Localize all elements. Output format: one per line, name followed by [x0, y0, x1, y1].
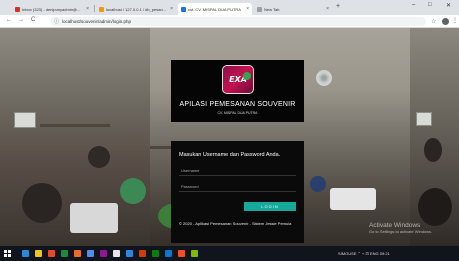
tab-title: cst. CV. MISPAL DUA PUTRA — [188, 6, 241, 12]
username-field-wrapper — [179, 165, 296, 176]
photo-person — [88, 146, 110, 168]
minimize-button[interactable]: – — [412, 2, 415, 8]
browser-menu-icon[interactable]: ⋮ — [452, 17, 458, 24]
profile-avatar[interactable] — [442, 18, 449, 25]
taskbar-app-icon[interactable] — [61, 250, 68, 257]
logo-globe-icon — [243, 72, 251, 80]
company-name: CV. MISPAL DUA PUTRA — [217, 111, 258, 115]
windows-start-icon[interactable] — [4, 250, 11, 257]
tab-phpmyadmin[interactable]: localhost / 127.0.0.1 / db_pesan... × — [96, 3, 176, 15]
maximize-button[interactable]: □ — [428, 2, 432, 8]
close-tab-icon[interactable]: × — [246, 6, 249, 12]
taskbar-app-icon[interactable] — [139, 250, 146, 257]
windows-taskbar: SIMOUSE ⌃ ⌁ ⊡ ENG 09:21 — [0, 246, 459, 261]
login-prompt: Masukan Username dan Password Anda. — [179, 152, 281, 158]
photo-person — [22, 183, 62, 223]
photo-window — [416, 112, 432, 126]
app-logo: EXA — [222, 65, 254, 94]
url-text[interactable]: localhost/souvenir/admin/login.php — [62, 19, 131, 24]
tab-separator — [94, 5, 95, 12]
watermark-title: Activate Windows — [369, 222, 421, 229]
username-input[interactable] — [179, 165, 296, 175]
tab-souvenir-login[interactable]: cst. CV. MISPAL DUA PUTRA × — [178, 3, 252, 15]
taskbar-app-icon[interactable] — [165, 250, 172, 257]
taskbar-app-icon[interactable] — [191, 250, 198, 257]
forward-button[interactable]: → — [18, 17, 24, 23]
taskbar-app-icon[interactable] — [126, 250, 133, 257]
bookmark-star-icon[interactable]: ☆ — [431, 18, 436, 25]
system-tray[interactable]: SIMOUSE ⌃ ⌁ ⊡ ENG 09:21 — [338, 251, 390, 256]
new-tab-favicon-icon — [257, 6, 262, 12]
photo-person — [310, 176, 326, 192]
taskbar-app-icon[interactable] — [100, 250, 107, 257]
reload-button[interactable]: C — [31, 17, 35, 23]
photo-shelf — [40, 124, 110, 127]
photo-wall-fan — [316, 70, 332, 86]
copyright-footer: © 2020 - Aplikasi Pemesanan Souvenir - S… — [179, 221, 292, 226]
browser-tab-bar: Inbox (323) - denipunyadmin@... × localh… — [0, 0, 459, 15]
background-photo-left — [0, 28, 150, 246]
app-title: APILASI PEMESANAN SOUVENIR — [179, 101, 296, 108]
taskbar-app-icon[interactable] — [113, 250, 120, 257]
close-window-button[interactable]: ✕ — [446, 2, 451, 9]
activate-windows-watermark: Activate Windows Go to Settings to activ… — [369, 222, 432, 234]
tab-title: Inbox (323) - denipunyadmin@... — [22, 6, 81, 12]
password-input[interactable] — [179, 181, 296, 191]
photo-person — [424, 138, 442, 162]
close-tab-icon[interactable]: × — [86, 6, 89, 12]
login-button[interactable]: LOGIN — [244, 202, 296, 211]
tab-title: New Tab — [264, 6, 280, 12]
gmail-favicon-icon — [15, 6, 20, 12]
background-photo-right — [410, 28, 459, 246]
taskbar-app-icon[interactable] — [152, 250, 159, 257]
address-bar[interactable]: ⓘ localhost/souvenir/admin/login.php — [50, 17, 426, 26]
photo-person — [120, 178, 146, 204]
password-field-wrapper — [179, 181, 296, 192]
photo-fabric — [330, 188, 376, 210]
watermark-subtitle: Go to Settings to activate Windows. — [369, 229, 433, 234]
phpmyadmin-favicon-icon — [99, 6, 104, 12]
taskbar-app-icon[interactable] — [87, 250, 94, 257]
photo-window — [14, 112, 36, 128]
brand-header: EXA APILASI PEMESANAN SOUVENIR CV. MISPA… — [171, 60, 304, 122]
browser-toolbar: ← → C ⓘ localhost/souvenir/admin/login.p… — [0, 15, 459, 28]
page-favicon-icon — [181, 6, 186, 12]
tab-gmail[interactable]: Inbox (323) - denipunyadmin@... × — [12, 3, 92, 15]
close-tab-icon[interactable]: × — [326, 6, 329, 12]
taskbar-app-icon[interactable] — [35, 250, 42, 257]
taskbar-app-icon[interactable] — [74, 250, 81, 257]
login-page: EXA APILASI PEMESANAN SOUVENIR CV. MISPA… — [0, 28, 459, 246]
photo-fabric — [70, 203, 118, 233]
site-info-icon[interactable]: ⓘ — [54, 18, 59, 25]
taskbar-app-icon[interactable] — [178, 250, 185, 257]
close-tab-icon[interactable]: × — [170, 6, 173, 12]
new-tab-button[interactable]: + — [336, 3, 340, 10]
taskbar-app-icon[interactable] — [48, 250, 55, 257]
back-button[interactable]: ← — [6, 17, 12, 23]
tab-new-tab[interactable]: New Tab × — [254, 3, 332, 15]
login-form: Masukan Username dan Password Anda. LOGI… — [171, 141, 304, 243]
photo-person — [418, 188, 452, 226]
taskbar-app-icon[interactable] — [22, 250, 29, 257]
tab-title: localhost / 127.0.0.1 / db_pesan... — [106, 6, 167, 12]
